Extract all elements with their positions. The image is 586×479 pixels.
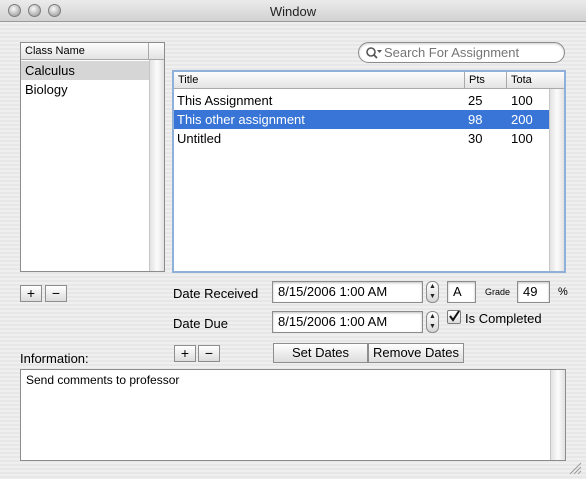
assignment-total-cell: 200	[511, 112, 533, 127]
class-row-selected[interactable]: Calculus	[21, 61, 149, 80]
assignment-total-cell: 100	[511, 93, 533, 108]
title-column-header[interactable]: Title	[174, 72, 465, 89]
pts-column-header[interactable]: Pts	[465, 72, 507, 89]
stepper-up-icon[interactable]: ▲	[427, 312, 438, 322]
checkmark-icon	[449, 310, 460, 322]
date-due-stepper[interactable]: ▲ ▼	[426, 311, 439, 333]
assignment-pts-cell: 98	[468, 112, 483, 127]
assignment-row-selected[interactable]: This other assignment 98 200	[174, 110, 549, 129]
percent-sign: %	[558, 286, 568, 298]
search-icon[interactable]	[365, 46, 383, 60]
assignment-row[interactable]: This Assignment 25 100	[174, 91, 549, 110]
stepper-down-icon[interactable]: ▼	[427, 322, 438, 332]
class-name-cell: Calculus	[25, 63, 75, 78]
grade-label: Grade	[485, 287, 511, 297]
class-name-cell: Biology	[25, 82, 68, 97]
remove-dates-button[interactable]: Remove Dates	[368, 343, 464, 363]
grade-percent-field[interactable]: 49	[517, 281, 550, 303]
assignments-table[interactable]: Title Pts Tota This Assignment 25 100 Th…	[172, 70, 566, 273]
add-class-button[interactable]: +	[20, 285, 42, 302]
assignment-title-cell: This Assignment	[177, 93, 273, 108]
information-text[interactable]: Send comments to professor	[26, 373, 179, 387]
header-corner	[149, 43, 164, 60]
search-field[interactable]	[358, 42, 565, 63]
assignment-row[interactable]: Untitled 30 100	[174, 129, 549, 148]
date-received-stepper[interactable]: ▲ ▼	[426, 281, 439, 303]
title-bar[interactable]: Window	[0, 0, 586, 22]
information-scrollbar[interactable]	[550, 370, 565, 460]
assignment-pts-cell: 25	[468, 93, 483, 108]
class-list-scrollbar[interactable]	[149, 60, 164, 271]
stepper-up-icon[interactable]: ▲	[427, 282, 438, 292]
assignment-pts-cell: 30	[468, 131, 483, 146]
window-title: Window	[269, 4, 317, 19]
total-column-header[interactable]: Tota	[507, 72, 549, 89]
add-assignment-button[interactable]: +	[174, 345, 196, 362]
assignment-title-cell: Untitled	[177, 131, 222, 146]
class-list-table[interactable]: Class Name Calculus Biology	[20, 42, 165, 272]
app-window: Window Class Name Calculus Biology + − T…	[0, 0, 586, 479]
grade-letter-field[interactable]: A	[447, 281, 476, 303]
date-received-label: Date Received	[173, 286, 259, 301]
search-input[interactable]	[384, 44, 559, 61]
is-completed-label[interactable]: Is Completed	[465, 311, 542, 326]
set-dates-button[interactable]: Set Dates	[273, 343, 368, 363]
remove-class-button[interactable]: −	[45, 285, 67, 302]
date-due-field[interactable]: 8/15/2006 1:00 AM	[272, 311, 423, 333]
header-corner	[549, 72, 564, 89]
date-received-field[interactable]: 8/15/2006 1:00 AM	[272, 281, 423, 303]
resize-grip-icon[interactable]	[568, 461, 582, 475]
information-text-area[interactable]: Send comments to professor	[20, 369, 566, 461]
information-label: Information:	[20, 351, 89, 366]
stepper-down-icon[interactable]: ▼	[427, 292, 438, 302]
remove-assignment-button[interactable]: −	[198, 345, 220, 362]
assignment-title-cell: This other assignment	[177, 112, 305, 127]
date-due-label: Date Due	[173, 316, 228, 331]
class-name-column-header[interactable]: Class Name	[21, 43, 149, 60]
assignments-scrollbar[interactable]	[549, 89, 564, 271]
class-row[interactable]: Biology	[21, 80, 149, 99]
assignment-total-cell: 100	[511, 131, 533, 146]
is-completed-checkbox[interactable]	[447, 310, 461, 324]
